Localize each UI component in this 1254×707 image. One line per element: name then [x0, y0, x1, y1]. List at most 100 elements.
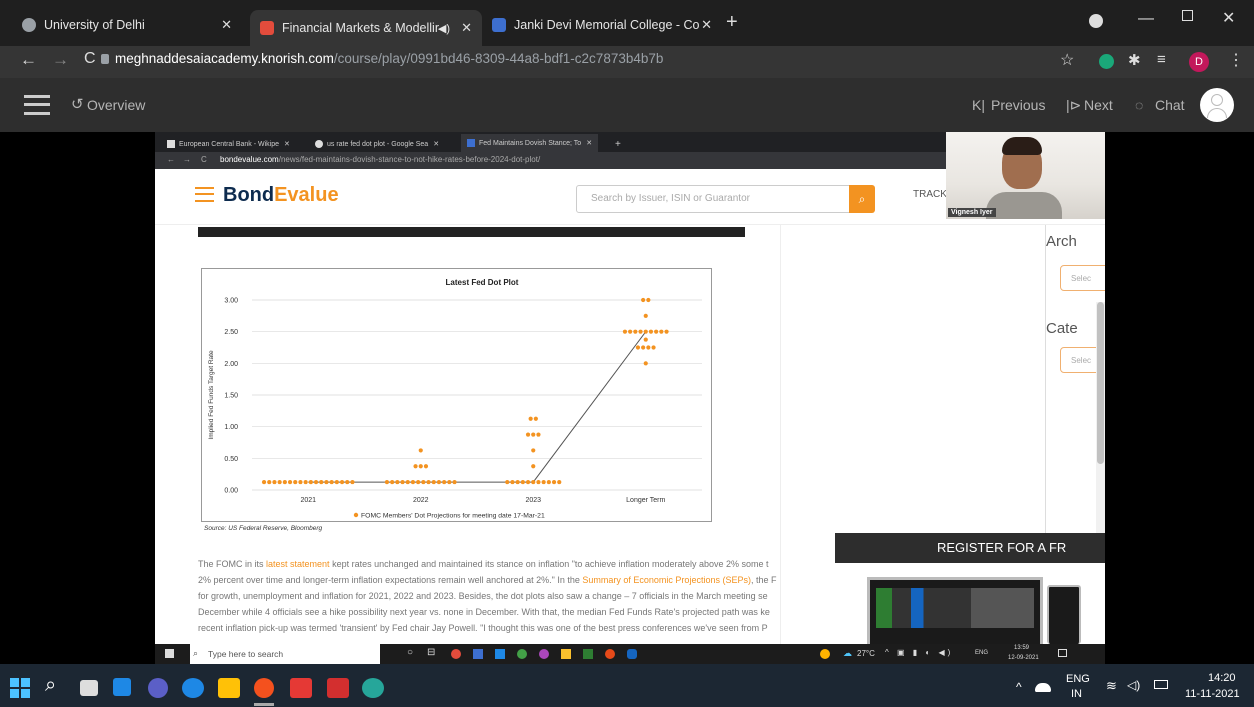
- extensions-puzzle-icon[interactable]: ✱: [1128, 51, 1141, 69]
- close-window-icon[interactable]: ✕: [1222, 8, 1235, 28]
- profile-dropdown-icon[interactable]: [1089, 14, 1103, 28]
- teams-chat-icon[interactable]: [148, 678, 168, 698]
- folder-icon[interactable]: [561, 649, 571, 659]
- site-search-input[interactable]: Search by Issuer, ISIN or Guarantor: [576, 185, 866, 213]
- wifi-icon[interactable]: ≋: [1106, 678, 1117, 694]
- tab-janki-devi[interactable]: Janki Devi Memorial College - Co ✕: [492, 10, 722, 40]
- globe-icon: [22, 18, 36, 32]
- search-icon[interactable]: ⌕: [45, 674, 56, 697]
- forward-icon[interactable]: →: [52, 50, 69, 70]
- tray-icons[interactable]: ^ ▣ ▮ ◐ ◀): [885, 648, 953, 657]
- close-tab-icon[interactable]: ✕: [701, 17, 712, 33]
- inner-new-tab-button[interactable]: +: [615, 136, 621, 152]
- task-view-icon[interactable]: [80, 680, 98, 696]
- median-line: [308, 331, 647, 483]
- inner-lang[interactable]: ENG: [975, 650, 988, 656]
- reload-icon[interactable]: C: [201, 155, 207, 164]
- next-button[interactable]: Next: [1084, 97, 1113, 113]
- back-icon[interactable]: ←: [20, 50, 37, 70]
- presenter-name: Vignesh Iyer: [948, 208, 996, 217]
- language-indicator[interactable]: ENG: [1066, 673, 1090, 685]
- profile-avatar[interactable]: D: [1189, 52, 1209, 72]
- url-field[interactable]: meghnaddesaiacademy.knorish.com/course/p…: [115, 51, 663, 66]
- reading-list-icon[interactable]: ≡: [1157, 51, 1166, 68]
- minimize-icon[interactable]: —: [1138, 10, 1154, 28]
- notification-icon[interactable]: [1058, 649, 1067, 657]
- chrome-icon[interactable]: [254, 678, 274, 698]
- volume-icon[interactable]: ◁): [1127, 678, 1140, 692]
- sep-link[interactable]: Summary of Economic Projections (SEPs): [582, 575, 751, 585]
- article-line-5: recent inflation pick-up was termed 'tra…: [198, 623, 768, 633]
- previous-button[interactable]: Previous: [991, 97, 1045, 113]
- app-icon[interactable]: [290, 678, 312, 698]
- app-icon[interactable]: [473, 649, 483, 659]
- x-tick-label: Longer Term: [626, 497, 665, 504]
- dot-point: [643, 337, 648, 342]
- bookmark-star-icon[interactable]: ☆: [1060, 50, 1074, 70]
- acrobat-icon[interactable]: [327, 678, 349, 698]
- archive-select[interactable]: Selec: [1060, 265, 1105, 291]
- app-icon[interactable]: [517, 649, 527, 659]
- overview-link[interactable]: Overview: [87, 97, 145, 113]
- close-tab-icon[interactable]: ✕: [433, 140, 439, 148]
- clock-time[interactable]: 14:20: [1208, 672, 1236, 684]
- restore-icon[interactable]: [1182, 10, 1193, 21]
- inner-search-box[interactable]: Type here to search: [190, 644, 380, 664]
- extension-icon[interactable]: [1099, 54, 1114, 69]
- close-tab-icon[interactable]: ✕: [284, 140, 290, 148]
- app-icon[interactable]: [627, 649, 637, 659]
- tab-university-of-delhi[interactable]: University of Delhi ✕: [22, 10, 242, 40]
- back-icon[interactable]: ←: [167, 155, 175, 164]
- inner-clock-time[interactable]: 13:59: [1014, 645, 1029, 651]
- excel-icon[interactable]: [583, 649, 593, 659]
- user-avatar[interactable]: [1200, 88, 1234, 122]
- search-icon[interactable]: ⌕: [849, 185, 875, 213]
- chrome-app-icon[interactable]: [451, 649, 461, 659]
- inner-tab-bondevalue[interactable]: Fed Maintains Dovish Stance; To ✕: [461, 134, 599, 152]
- dot-point: [405, 479, 410, 485]
- windows-start-button[interactable]: [10, 678, 30, 698]
- register-banner[interactable]: REGISTER FOR A FR: [835, 533, 1105, 644]
- site-menu-icon[interactable]: [195, 187, 214, 202]
- forward-icon[interactable]: →: [183, 155, 191, 164]
- inner-tab-ecb[interactable]: European Central Bank - Wikipe ✕: [167, 136, 290, 152]
- dot-point: [646, 297, 651, 303]
- windows-start-icon[interactable]: [165, 649, 174, 658]
- app-icon[interactable]: [539, 649, 549, 659]
- tray-chevron-icon[interactable]: ^: [1016, 680, 1022, 694]
- hamburger-menu-icon[interactable]: [24, 95, 50, 115]
- inner-url-field[interactable]: bondevalue.com/news/fed-maintains-dovish…: [220, 155, 540, 164]
- task-view-icon[interactable]: ⊟: [427, 647, 435, 658]
- app-icon[interactable]: [820, 649, 830, 659]
- chat-button[interactable]: Chat: [1155, 97, 1185, 113]
- menu-kebab-icon[interactable]: ⋮: [1228, 50, 1244, 70]
- latest-statement-link[interactable]: latest statement: [266, 559, 330, 569]
- close-tab-icon[interactable]: ✕: [461, 20, 472, 36]
- inner-clock-date[interactable]: 12-09-2021: [1008, 655, 1039, 661]
- mail-icon[interactable]: [495, 649, 505, 659]
- tab-financial-markets[interactable]: Financial Markets & Modellir ◀) ✕: [250, 10, 482, 46]
- weather-temp[interactable]: 27°C: [857, 649, 875, 658]
- widgets-icon[interactable]: [113, 678, 131, 696]
- logo-part-1: Bond: [223, 184, 275, 206]
- new-tab-button[interactable]: +: [726, 11, 738, 34]
- edge-icon[interactable]: [182, 678, 204, 698]
- inner-tab-google[interactable]: us rate fed dot plot - Google Sea ✕: [315, 136, 439, 152]
- battery-icon[interactable]: [1154, 680, 1168, 689]
- y-tick-label: 3.00: [224, 298, 238, 305]
- wikipedia-icon: [167, 140, 175, 148]
- close-tab-icon[interactable]: ✕: [586, 139, 592, 147]
- site-logo[interactable]: BondEvalue: [223, 184, 339, 207]
- dot-point: [282, 479, 287, 485]
- app-icon[interactable]: [362, 678, 384, 698]
- cortana-icon[interactable]: ○: [407, 647, 413, 658]
- close-tab-icon[interactable]: ✕: [221, 17, 232, 33]
- reload-icon[interactable]: C: [84, 50, 96, 68]
- track-nav[interactable]: TRACK: [913, 189, 947, 200]
- file-explorer-icon[interactable]: [218, 678, 240, 698]
- clock-date[interactable]: 11-11-2021: [1185, 688, 1240, 700]
- presenter-shirt: [986, 192, 1062, 219]
- app-icon[interactable]: [605, 649, 615, 659]
- speaker-icon[interactable]: ◀): [438, 22, 450, 35]
- onedrive-icon[interactable]: [1035, 683, 1051, 692]
